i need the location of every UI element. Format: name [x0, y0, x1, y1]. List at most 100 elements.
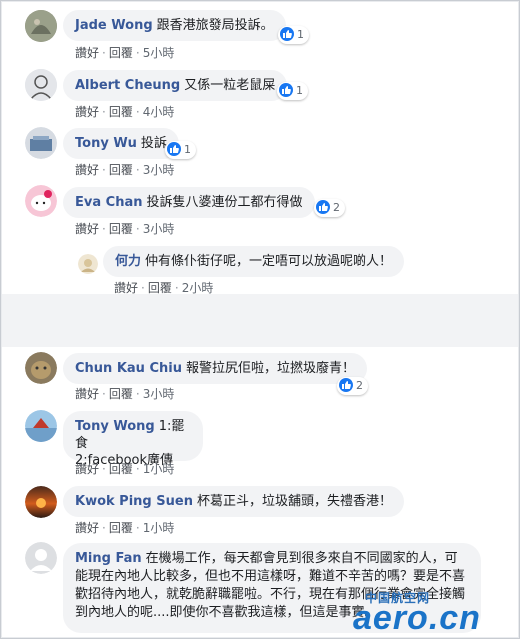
reply-link[interactable]: 回覆	[109, 521, 133, 535]
reaction-number: 2	[356, 379, 363, 392]
commenter-name[interactable]: Chun Kau Chiu	[75, 361, 182, 376]
commenter-name[interactable]: Tony Wu	[75, 136, 137, 151]
comment-text: 又係一粒老鼠屎	[184, 78, 276, 93]
separator: ·	[135, 105, 140, 119]
separator: ·	[102, 387, 106, 401]
timestamp[interactable]: 3小時	[143, 387, 175, 401]
separator: ·	[102, 105, 106, 119]
commenter-name[interactable]: Kwok Ping Suen	[75, 494, 193, 509]
comment-actions: 讚好 · 回覆 · 5小時	[75, 44, 174, 61]
like-link[interactable]: 讚好	[75, 462, 99, 476]
commenter-name[interactable]: Eva Chan	[75, 195, 142, 210]
timestamp[interactable]: 2小時	[182, 281, 214, 295]
comment-actions: 讚好 · 回覆 · 3小時	[75, 220, 174, 237]
reaction-number: 1	[184, 143, 191, 156]
avatar[interactable]	[25, 486, 57, 518]
avatar[interactable]	[25, 542, 57, 574]
avatar[interactable]	[25, 352, 57, 384]
comment-text: 仲有條仆街仔呢，一定唔可以放過呢啲人！	[145, 254, 393, 269]
comment-text: 跟香港旅發局投訴。	[156, 18, 274, 33]
avatar[interactable]	[25, 69, 57, 101]
comment-actions: 讚好 · 回覆 · 4小時	[75, 103, 174, 120]
reaction-number: 2	[333, 201, 340, 214]
timestamp[interactable]: 3小時	[143, 222, 175, 236]
like-link[interactable]: 讚好	[75, 387, 99, 401]
separator: ·	[174, 281, 179, 295]
separator: ·	[135, 222, 140, 236]
comment-bubble: Eva Chan 投訴隻八婆連份工都冇得做	[63, 187, 315, 218]
commenter-name[interactable]: Tony Wong	[75, 419, 155, 434]
like-reaction-icon	[280, 27, 294, 41]
like-link[interactable]: 讚好	[114, 281, 138, 295]
comment-bubble: Chun Kau Chiu 報警拉尻佢啦，垃撚圾廢青！	[63, 353, 367, 384]
comment-actions: 讚好 · 回覆 · 3小時	[75, 161, 174, 178]
comment-text: 報警拉尻佢啦，垃撚圾廢青！	[185, 361, 355, 376]
separator: ·	[135, 46, 140, 60]
avatar[interactable]	[25, 10, 57, 42]
separator: ·	[102, 46, 106, 60]
reaction-count[interactable]: 1	[277, 82, 308, 100]
comment-actions: 讚好 · 回覆 · 3小時	[75, 385, 174, 402]
separator: ·	[135, 521, 140, 535]
commenter-name[interactable]: 何力	[115, 254, 141, 269]
like-link[interactable]: 讚好	[75, 46, 99, 60]
like-reaction-icon	[167, 142, 181, 156]
like-link[interactable]: 讚好	[75, 163, 99, 177]
comment-bubble: Kwok Ping Suen 杯葛正斗，垃圾舖頭，失禮香港！	[63, 486, 404, 517]
reaction-count[interactable]: 1	[165, 141, 196, 159]
separator: ·	[141, 281, 145, 295]
commenter-name[interactable]: Jade Wong	[75, 18, 153, 33]
comment-bubble: Jade Wong 跟香港旅發局投訴。	[63, 10, 286, 41]
commenter-name[interactable]: Albert Cheung	[75, 78, 180, 93]
reply-link[interactable]: 回覆	[148, 281, 172, 295]
timestamp[interactable]: 1小時	[143, 462, 175, 476]
comment-bubble: Tony Wong 1:罷食 2:facebook廣傳	[63, 411, 203, 468]
reply-link[interactable]: 回覆	[109, 105, 133, 119]
reaction-number: 1	[297, 28, 304, 41]
timestamp[interactable]: 4小時	[143, 105, 175, 119]
reply-link[interactable]: 回覆	[109, 462, 133, 476]
timestamp[interactable]: 3小時	[143, 163, 175, 177]
reply-link[interactable]: 回覆	[109, 163, 133, 177]
separator: ·	[135, 387, 140, 401]
reply-link[interactable]: 回覆	[109, 222, 133, 236]
section-divider	[2, 294, 518, 347]
separator: ·	[102, 521, 106, 535]
timestamp[interactable]: 5小時	[143, 46, 175, 60]
reply-link[interactable]: 回覆	[109, 46, 133, 60]
comment-text: 杯葛正斗，垃圾舖頭，失禮香港！	[196, 494, 392, 509]
separator: ·	[135, 163, 140, 177]
like-reaction-icon	[279, 83, 293, 97]
comment-bubble: Albert Cheung 又係一粒老鼠屎	[63, 70, 288, 101]
avatar[interactable]	[25, 410, 57, 442]
comment-text: 投訴隻八婆連份工都冇得做	[146, 195, 303, 210]
comment-actions: 讚好 · 回覆 · 1小時	[75, 460, 174, 477]
commenter-name[interactable]: Ming Fan	[75, 551, 142, 566]
reaction-number: 1	[296, 84, 303, 97]
separator: ·	[102, 462, 106, 476]
like-link[interactable]: 讚好	[75, 521, 99, 535]
comments-screenshot: Jade Wong 跟香港旅發局投訴。 1 讚好 · 回覆 · 5小時 Albert Ch…	[0, 0, 520, 639]
comment-bubble: Tony Wu 投訴	[63, 128, 179, 159]
avatar[interactable]	[25, 127, 57, 159]
comments-panel-top: Jade Wong 跟香港旅發局投訴。 1 讚好 · 回覆 · 5小時 Albert Ch…	[2, 2, 518, 295]
separator: ·	[135, 462, 140, 476]
like-reaction-icon	[316, 200, 330, 214]
reply-link[interactable]: 回覆	[109, 387, 133, 401]
reaction-count[interactable]: 1	[278, 26, 309, 44]
site-watermark: 中国航空网 aero.cn	[353, 589, 519, 637]
like-link[interactable]: 讚好	[75, 222, 99, 236]
like-link[interactable]: 讚好	[75, 105, 99, 119]
timestamp[interactable]: 1小時	[143, 521, 175, 535]
separator: ·	[102, 163, 106, 177]
comment-bubble: 何力 仲有條仆街仔呢，一定唔可以放過呢啲人！	[103, 246, 405, 277]
avatar[interactable]	[78, 254, 98, 274]
separator: ·	[102, 222, 106, 236]
watermark-domain: aero.cn	[353, 599, 481, 637]
reaction-count[interactable]: 2	[337, 377, 368, 395]
reaction-count[interactable]: 2	[314, 199, 345, 217]
comment-actions: 讚好 · 回覆 · 1小時	[75, 519, 174, 536]
comment-text: 投訴	[140, 136, 167, 151]
avatar[interactable]	[25, 185, 57, 217]
like-reaction-icon	[339, 378, 353, 392]
